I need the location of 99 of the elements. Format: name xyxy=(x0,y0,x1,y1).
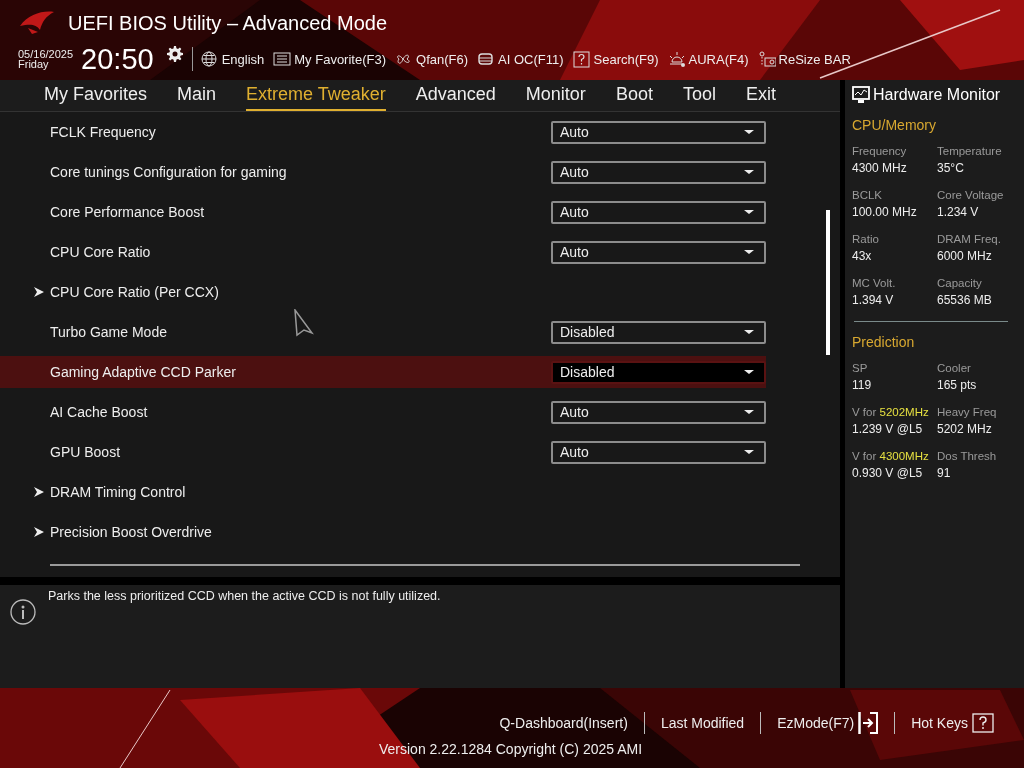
exit-icon xyxy=(858,712,879,734)
chevron-icon xyxy=(34,287,44,297)
stat-value: 1.394 V xyxy=(852,293,895,307)
submenu-link[interactable]: CPU Core Ratio (Per CCX) xyxy=(50,284,766,300)
toolbar-button[interactable]: Qfan(F6) xyxy=(395,50,469,68)
setting-label: CPU Core Ratio xyxy=(50,244,152,260)
caret-icon xyxy=(744,130,754,134)
footer-button[interactable]: Q-Dashboard(Insert) xyxy=(483,715,644,731)
tab[interactable]: Monitor xyxy=(525,80,586,111)
tab[interactable]: Exit xyxy=(745,80,776,111)
dropdown[interactable]: Auto xyxy=(551,200,766,224)
settings-icon[interactable] xyxy=(165,46,184,62)
stat-label: BCLK xyxy=(852,189,884,201)
stat-label: V for 4300MHz xyxy=(852,450,930,462)
stat-label: SP xyxy=(852,362,869,374)
toolbar-button[interactable]: My Favorite(F3) xyxy=(273,50,386,68)
stat-label: V for 5202MHz xyxy=(852,406,930,418)
setting-label: FCLK Frequency xyxy=(50,124,157,140)
dropdown[interactable]: Auto xyxy=(551,400,766,424)
scrollbar-thumb[interactable] xyxy=(826,210,830,355)
help-icon xyxy=(972,713,994,733)
list-icon xyxy=(273,50,292,68)
day-text: Friday xyxy=(18,59,50,69)
stat-label: Dos Thresh xyxy=(937,450,998,462)
setting-label: Gaming Adaptive CCD Parker xyxy=(50,364,237,380)
stat-value: 6000 MHz xyxy=(937,249,993,263)
window-title: UEFI BIOS Utility – Advanced Mode xyxy=(68,11,388,35)
caret-icon xyxy=(744,330,754,334)
footer-button[interactable]: Last Modified xyxy=(644,715,761,731)
dropdown[interactable]: Disabled xyxy=(551,360,766,384)
tab[interactable]: My Favorites xyxy=(44,80,148,111)
globe-icon xyxy=(200,50,219,68)
selected-row-highlight[interactable]: Gaming Adaptive CCD Parker Disabled xyxy=(0,356,766,388)
stat-value: 119 xyxy=(852,378,873,392)
stat-value: 5202 MHz xyxy=(937,422,993,436)
toolbar-button[interactable]: Search(F9) xyxy=(572,50,659,68)
clock-time: 20:50 xyxy=(81,44,154,74)
stat-label: Core Voltage xyxy=(937,189,1005,201)
tab[interactable]: Boot xyxy=(615,80,653,111)
footer-button[interactable]: EzMode(F7) xyxy=(761,712,895,734)
stat-value: 4300 MHz xyxy=(852,161,908,175)
dropdown[interactable]: Auto xyxy=(551,440,766,464)
panel-title: Hardware Monitor xyxy=(873,86,1001,104)
submenu-link[interactable]: Precision Boost Overdrive xyxy=(50,524,766,540)
lamp-icon xyxy=(667,50,686,68)
stat-value: 65536 MB xyxy=(937,293,993,307)
info-icon xyxy=(10,599,36,625)
tab[interactable]: Tool xyxy=(682,80,716,111)
stat-value: 43x xyxy=(852,249,873,263)
setting-label: Turbo Game Mode xyxy=(50,324,168,340)
card-icon xyxy=(757,50,776,68)
logo-icon xyxy=(18,10,56,36)
stat-label: Temperature xyxy=(937,145,1003,157)
stat-label: Heavy Freq xyxy=(937,406,998,418)
dropdown[interactable]: Disabled xyxy=(551,320,766,344)
chevron-icon xyxy=(34,527,44,537)
stat-value: 1.234 V xyxy=(937,205,980,219)
caret-icon xyxy=(744,210,754,214)
dropdown[interactable]: Auto xyxy=(551,240,766,264)
caret-icon xyxy=(744,410,754,414)
caret-icon xyxy=(744,370,754,374)
stat-label: Capacity xyxy=(937,277,983,289)
setting-label: AI Cache Boost xyxy=(50,404,149,420)
setting-label: Core tunings Configuration for gaming xyxy=(50,164,288,180)
toolbar-button[interactable]: ReSize BAR xyxy=(757,50,851,68)
tab[interactable]: Main xyxy=(177,80,217,111)
setting-label: Core Performance Boost xyxy=(50,204,206,220)
caret-icon xyxy=(744,450,754,454)
stat-label: DRAM Freq. xyxy=(937,233,1002,245)
search-icon xyxy=(572,50,591,68)
stat-label: Cooler xyxy=(937,362,972,374)
stat-value: 35°C xyxy=(937,161,965,175)
setting-label: GPU Boost xyxy=(50,444,122,460)
submenu-link[interactable]: DRAM Timing Control xyxy=(50,484,766,500)
caret-icon xyxy=(744,250,754,254)
stat-value: 0.930 V @L5 xyxy=(852,466,924,480)
stat-label: Ratio xyxy=(852,233,880,245)
stat-value: 100.00 MHz xyxy=(852,205,918,219)
section-heading: CPU/Memory xyxy=(852,117,937,133)
stat-label: MC Volt. xyxy=(852,277,897,289)
stat-label: Frequency xyxy=(852,145,908,157)
help-text: Parks the less prioritized CCD when the active CCD is not fully utilized. xyxy=(48,589,441,603)
cursor-icon xyxy=(294,309,314,337)
toolbar-button[interactable]: English xyxy=(200,50,265,68)
footer-button[interactable]: Hot Keys xyxy=(895,713,1010,733)
stat-value: 91 xyxy=(937,466,952,480)
dropdown[interactable]: Auto xyxy=(551,160,766,184)
stat-value: 165 pts xyxy=(937,378,978,392)
toolbar-button[interactable]: AI OC(F11) xyxy=(477,50,564,68)
caret-icon xyxy=(744,170,754,174)
toolbar-button[interactable]: AURA(F4) xyxy=(667,50,749,68)
section-heading: Prediction xyxy=(852,334,916,350)
dropdown[interactable]: Auto xyxy=(551,120,766,144)
monitor-icon xyxy=(852,86,870,104)
stat-value: 1.239 V @L5 xyxy=(852,422,924,436)
chip-icon xyxy=(477,50,496,68)
date-text: 05/16/2025 xyxy=(18,49,74,59)
chevron-icon xyxy=(34,487,44,497)
tab[interactable]: Advanced xyxy=(415,80,496,111)
